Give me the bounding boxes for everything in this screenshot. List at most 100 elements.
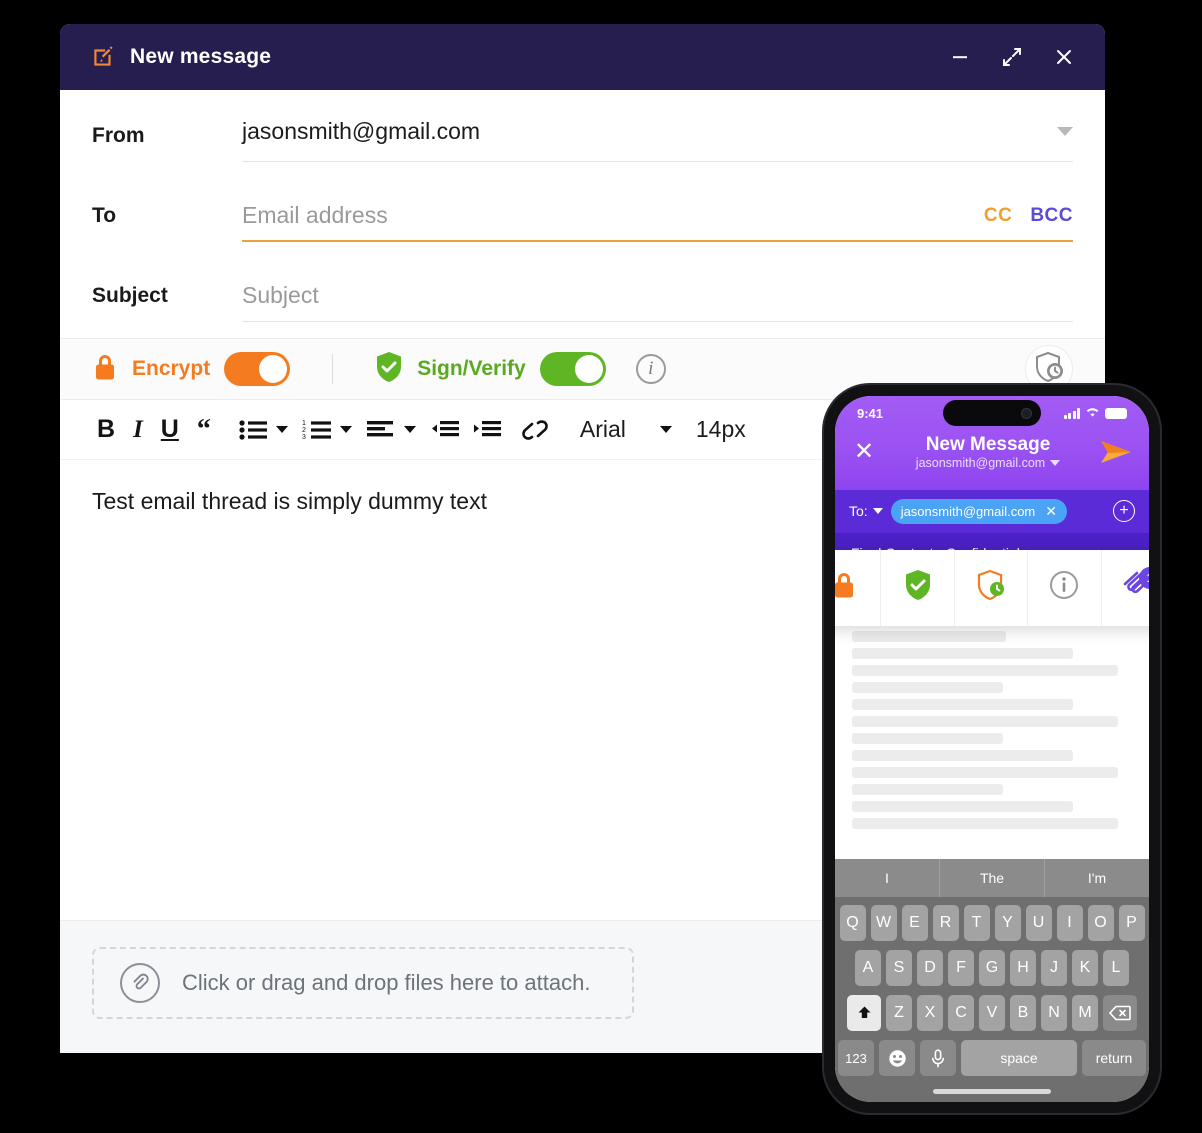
from-field[interactable]: jasonsmith@gmail.com: [242, 118, 1073, 162]
skeleton-line: [852, 664, 1118, 676]
key-m[interactable]: M: [1072, 995, 1098, 1031]
key-s[interactable]: S: [886, 950, 912, 986]
phone-attach-button[interactable]: 1: [1102, 550, 1149, 626]
minimize-button[interactable]: [947, 44, 973, 70]
suggestion-item[interactable]: The: [940, 859, 1045, 897]
phone-info-button[interactable]: [1028, 549, 1102, 626]
font-family-select[interactable]: Arial: [580, 416, 626, 443]
align-caret-icon[interactable]: [403, 426, 416, 433]
mic-icon[interactable]: [920, 1040, 956, 1076]
bullet-list-caret-icon[interactable]: [275, 426, 288, 433]
phone-account[interactable]: jasonsmith@gmail.com: [885, 456, 1091, 470]
key-v[interactable]: V: [979, 995, 1005, 1031]
key-q[interactable]: Q: [839, 905, 866, 941]
key-e[interactable]: E: [901, 905, 928, 941]
key-b[interactable]: B: [1010, 995, 1036, 1031]
key-l[interactable]: L: [1103, 950, 1129, 986]
add-recipient-button[interactable]: +: [1113, 500, 1135, 523]
expand-button[interactable]: [999, 44, 1025, 70]
titlebar-left-group: New message: [90, 44, 271, 70]
to-label: To: [92, 204, 117, 227]
shift-icon[interactable]: [847, 995, 881, 1031]
phone-title: New Message: [925, 434, 1051, 455]
info-icon: [1049, 570, 1079, 605]
indent-icon[interactable]: [466, 419, 508, 441]
attachment-dropzone[interactable]: Click or drag and drop files here to att…: [92, 947, 634, 1019]
phone-message-content[interactable]: [835, 590, 1149, 859]
key-y[interactable]: Y: [994, 905, 1021, 941]
dynamic-island: [943, 400, 1041, 426]
svg-text:2: 2: [302, 427, 306, 434]
bullet-list-icon[interactable]: [232, 419, 274, 441]
phone-account-label: jasonsmith@gmail.com: [915, 455, 1046, 470]
send-button[interactable]: [1099, 437, 1133, 467]
info-icon[interactable]: i: [635, 354, 666, 384]
numbers-key[interactable]: 123: [838, 1040, 874, 1076]
space-key[interactable]: space: [961, 1040, 1077, 1076]
sign-group: Sign/Verify i: [375, 351, 666, 388]
skeleton-line: [852, 630, 1006, 642]
link-icon[interactable]: [508, 418, 556, 442]
shield-check-icon: [904, 569, 932, 606]
key-a[interactable]: A: [855, 950, 881, 986]
key-f[interactable]: F: [948, 950, 974, 986]
skeleton-line: [852, 800, 1074, 812]
numbered-list-icon[interactable]: 1 2 3: [296, 419, 338, 441]
key-u[interactable]: U: [1025, 905, 1052, 941]
suggestion-item[interactable]: I'm: [1045, 859, 1149, 897]
to-placeholder: Email address: [242, 202, 388, 228]
outdent-icon[interactable]: [424, 419, 466, 441]
key-d[interactable]: D: [917, 950, 943, 986]
close-button[interactable]: [1051, 44, 1077, 70]
key-c[interactable]: C: [948, 995, 974, 1031]
emoji-icon[interactable]: [879, 1040, 915, 1076]
phone-header: 9:41 ✕ New Message jasonsmith@gmail.com: [835, 396, 1149, 490]
key-i[interactable]: I: [1056, 905, 1083, 941]
skeleton-line: [852, 749, 1074, 761]
recipient-chip[interactable]: jasonsmith@gmail.com ✕: [890, 498, 1067, 524]
phone-sign-button[interactable]: [881, 549, 955, 626]
italic-button[interactable]: I: [124, 416, 152, 444]
skeleton-line: [852, 647, 1074, 659]
numbered-list-caret-icon[interactable]: [339, 426, 352, 433]
status-icons: [1063, 406, 1127, 421]
backspace-icon[interactable]: [1103, 995, 1137, 1031]
phone-close-button[interactable]: ✕: [851, 437, 877, 466]
skeleton-line: [852, 715, 1118, 727]
quote-button[interactable]: “: [188, 414, 220, 446]
align-icon[interactable]: [360, 419, 402, 441]
close-icon[interactable]: ✕: [1045, 503, 1057, 520]
bold-button[interactable]: B: [88, 415, 124, 444]
cc-button[interactable]: CC: [984, 205, 1012, 227]
phone-to-label-text: To:: [849, 503, 868, 520]
key-n[interactable]: N: [1041, 995, 1067, 1031]
to-field[interactable]: Email address CC BCC: [242, 202, 1073, 242]
return-key[interactable]: return: [1082, 1040, 1146, 1076]
font-family-caret-icon[interactable]: [659, 426, 672, 433]
key-r[interactable]: R: [932, 905, 959, 941]
phone-lock-button[interactable]: [835, 549, 882, 626]
key-j[interactable]: J: [1041, 950, 1067, 986]
key-w[interactable]: W: [870, 905, 897, 941]
key-p[interactable]: P: [1118, 905, 1145, 941]
chevron-down-icon[interactable]: [1057, 127, 1073, 136]
key-g[interactable]: G: [979, 950, 1005, 986]
underline-button[interactable]: U: [152, 415, 188, 444]
subject-field[interactable]: Subject: [242, 282, 1073, 322]
key-z[interactable]: Z: [886, 995, 912, 1031]
key-x[interactable]: X: [917, 995, 943, 1031]
key-k[interactable]: K: [1072, 950, 1098, 986]
key-o[interactable]: O: [1087, 905, 1114, 941]
suggestion-item[interactable]: I: [835, 859, 940, 897]
phone-nav-center: New Message jasonsmith@gmail.com: [885, 434, 1091, 470]
skeleton-line: [852, 817, 1118, 829]
phone-expire-button[interactable]: [955, 549, 1029, 626]
encrypt-toggle[interactable]: [224, 352, 291, 386]
key-h[interactable]: H: [1010, 950, 1036, 986]
from-label: From: [92, 124, 145, 147]
sign-verify-toggle[interactable]: [539, 352, 606, 386]
key-t[interactable]: T: [963, 905, 990, 941]
phone-to-label[interactable]: To:: [849, 503, 883, 519]
font-size-select[interactable]: 14px: [696, 416, 746, 443]
bcc-button[interactable]: BCC: [1030, 205, 1073, 227]
